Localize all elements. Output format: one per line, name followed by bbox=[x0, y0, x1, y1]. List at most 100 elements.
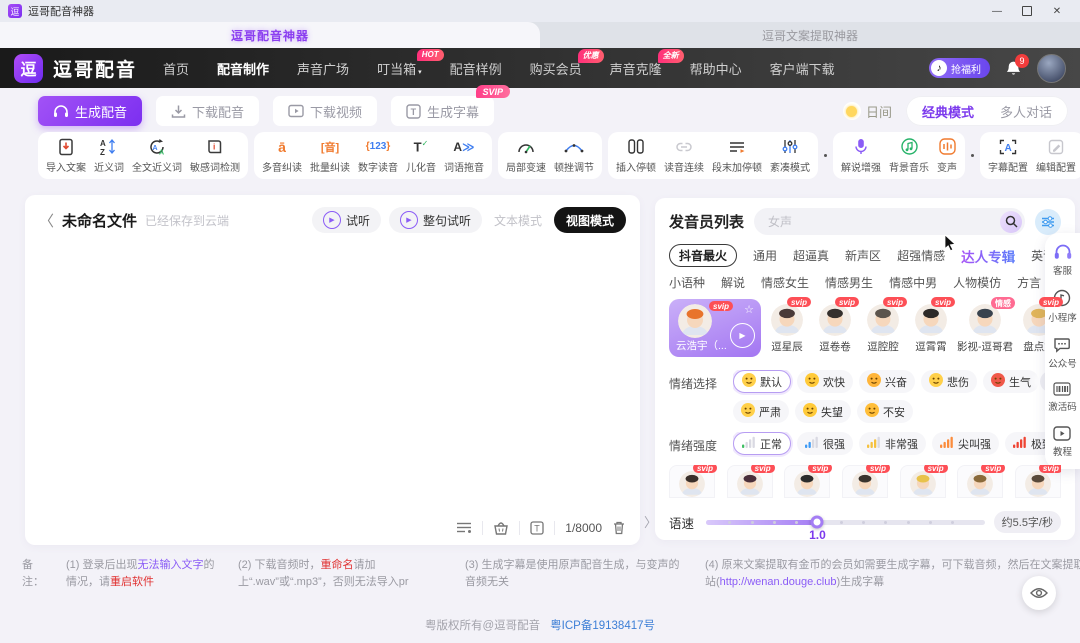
more-voice-card[interactable]: svip bbox=[957, 465, 1003, 498]
brand-logo[interactable]: 逗 bbox=[14, 54, 43, 83]
sidebar-item-教程[interactable]: 教程 bbox=[1053, 426, 1072, 458]
tool-儿化音[interactable]: T✓儿化音 bbox=[403, 137, 439, 174]
intensity-尖叫强[interactable]: 尖叫强 bbox=[932, 432, 999, 455]
nav-item-叮当箱[interactable]: 叮当箱▾HOT bbox=[377, 59, 422, 78]
emotion-欢快[interactable]: 欢快 bbox=[797, 370, 853, 393]
category-情感中男[interactable]: 情感中男 bbox=[889, 274, 937, 291]
more-voice-card[interactable]: svip bbox=[669, 465, 715, 498]
category-超逼真[interactable]: 超逼真 bbox=[793, 247, 829, 264]
intensity-正常[interactable]: 正常 bbox=[733, 432, 791, 455]
tool-解说增强[interactable]: 解说增强 bbox=[838, 137, 884, 174]
preview-eye-button[interactable] bbox=[1022, 576, 1056, 610]
maximize-button[interactable] bbox=[1012, 0, 1042, 22]
download-audio-button[interactable]: 下载配音 bbox=[156, 96, 259, 126]
more-voice-card[interactable]: svip bbox=[1015, 465, 1061, 498]
tool-段末加停顿[interactable]: 段末加停顿 bbox=[709, 137, 765, 174]
tool-顿挫调节[interactable]: 顿挫调节 bbox=[551, 137, 597, 174]
sidebar-item-公众号[interactable]: 公众号 bbox=[1048, 337, 1077, 370]
icp-link[interactable]: 粤ICP备19138417号 bbox=[550, 617, 655, 633]
trash-icon[interactable] bbox=[612, 520, 626, 535]
multi-dialog-mode-tab[interactable]: 多人对话 bbox=[987, 102, 1065, 121]
tool-近义词[interactable]: AZ近义词 bbox=[91, 137, 127, 174]
category-抖音最火[interactable]: 抖音最火 bbox=[669, 244, 737, 267]
tool-编辑配置[interactable]: 编辑配置 bbox=[1033, 137, 1079, 174]
tool-敏感词检测[interactable]: i敏感词检测 bbox=[187, 137, 243, 174]
speed-slider[interactable]: 1.0 bbox=[706, 520, 985, 525]
notification-bell[interactable]: 9 bbox=[1005, 60, 1022, 77]
promo-pill[interactable]: ♪ 抢福利 bbox=[929, 58, 990, 78]
tool-全文近义词[interactable]: AA全文近义词 bbox=[129, 137, 185, 174]
category-达人专辑[interactable]: 达人专辑 bbox=[961, 246, 1015, 266]
material-basket-icon[interactable] bbox=[493, 521, 509, 535]
preview-button[interactable]: ▶ 试听 bbox=[312, 207, 381, 233]
tool-背景音乐[interactable]: 背景音乐 bbox=[886, 137, 932, 174]
category-通用[interactable]: 通用 bbox=[753, 247, 777, 264]
category-人物模仿[interactable]: 人物模仿 bbox=[953, 274, 1001, 291]
category-小语种[interactable]: 小语种 bbox=[669, 274, 705, 291]
nav-item-购买会员[interactable]: 购买会员优惠 bbox=[530, 59, 582, 78]
view-mode-button[interactable]: 视图模式 bbox=[554, 207, 626, 233]
speaker-search-input[interactable] bbox=[766, 214, 1000, 230]
category-方言[interactable]: 方言 bbox=[1017, 274, 1041, 291]
tool-多音纠读[interactable]: ā多音纠读 bbox=[259, 137, 305, 174]
nav-item-配音样例[interactable]: 配音样例 bbox=[450, 59, 502, 78]
more-voice-card[interactable]: svip bbox=[900, 465, 946, 498]
category-情感女生[interactable]: 情感女生 bbox=[761, 274, 809, 291]
emotion-生气[interactable]: 生气 bbox=[983, 370, 1039, 393]
text-box-icon[interactable]: T bbox=[530, 521, 544, 535]
voice-card-逗星辰[interactable]: svip逗星辰 bbox=[765, 299, 809, 354]
voice-play-button[interactable]: ▶ bbox=[730, 323, 755, 348]
voice-card-逗卷卷[interactable]: svip逗卷卷 bbox=[813, 299, 857, 354]
generate-dub-button[interactable]: 生成配音 bbox=[38, 96, 142, 126]
voice-card-云浩宇（...[interactable]: svip☆▶云浩宇（... bbox=[669, 299, 761, 357]
minimize-button[interactable]: — bbox=[982, 0, 1012, 22]
sidebar-item-激活码[interactable]: 激活码 bbox=[1048, 382, 1077, 413]
category-新声区[interactable]: 新声区 bbox=[845, 247, 881, 264]
nav-item-声音广场[interactable]: 声音广场 bbox=[297, 59, 349, 78]
more-voice-card[interactable]: svip bbox=[842, 465, 888, 498]
tab-copy-extract-tool[interactable]: 逗哥文案提取神器 bbox=[540, 22, 1080, 48]
more-voice-card[interactable]: svip bbox=[784, 465, 830, 498]
search-button[interactable] bbox=[1000, 211, 1022, 233]
emotion-严肃[interactable]: 严肃 bbox=[733, 400, 789, 423]
paragraph-list-icon[interactable] bbox=[456, 521, 472, 534]
user-avatar[interactable] bbox=[1037, 54, 1066, 83]
classic-mode-tab[interactable]: 经典模式 bbox=[909, 102, 987, 121]
nav-item-帮助中心[interactable]: 帮助中心 bbox=[690, 59, 742, 78]
back-button[interactable]: 〈 bbox=[39, 210, 54, 231]
tool-局部变速[interactable]: 局部变速 bbox=[503, 137, 549, 174]
sentence-preview-button[interactable]: ▶ 整句试听 bbox=[389, 207, 482, 233]
tool-字幕配置[interactable]: A字幕配置 bbox=[985, 137, 1031, 174]
tool-批量纠读[interactable]: [音]批量纠读 bbox=[307, 137, 353, 174]
emotion-兴奋[interactable]: 兴奋 bbox=[859, 370, 915, 393]
tool-紊凑模式[interactable]: 紊凑模式 bbox=[767, 137, 813, 174]
intensity-很强[interactable]: 很强 bbox=[797, 432, 853, 455]
more-voice-card[interactable]: svip bbox=[727, 465, 773, 498]
download-video-button[interactable]: 下载视频 bbox=[273, 96, 377, 126]
generate-subtitle-button[interactable]: T 生成字幕 SVIP bbox=[391, 96, 494, 126]
emotion-失望[interactable]: 失望 bbox=[795, 400, 851, 423]
sidebar-item-客服[interactable]: 客服 bbox=[1053, 244, 1073, 277]
day-mode-toggle[interactable]: 日间 bbox=[843, 102, 892, 121]
star-icon[interactable]: ☆ bbox=[744, 303, 754, 316]
emotion-不安[interactable]: 不安 bbox=[857, 400, 913, 423]
voice-card-逗霄霄[interactable]: svip逗霄霄 bbox=[909, 299, 953, 354]
tool-导入文案[interactable]: 导入文案 bbox=[43, 137, 89, 174]
panel-collapse-arrow[interactable]: 〉 bbox=[644, 512, 657, 531]
sidebar-item-小程序[interactable]: 小程序 bbox=[1048, 289, 1077, 324]
voice-card-逗腔腔[interactable]: svip逗腔腔 bbox=[861, 299, 905, 354]
close-button[interactable]: ✕ bbox=[1042, 0, 1072, 22]
nav-item-首页[interactable]: 首页 bbox=[163, 59, 189, 78]
tool-变声[interactable]: 变声 bbox=[934, 137, 960, 174]
tool-读音连续[interactable]: 读音连续 bbox=[661, 137, 707, 174]
nav-item-声音克隆[interactable]: 声音克隆全新 bbox=[610, 59, 662, 78]
filter-button[interactable] bbox=[1035, 209, 1061, 235]
tool-数字读音[interactable]: {123}数字读音 bbox=[355, 137, 401, 174]
intensity-非常强[interactable]: 非常强 bbox=[859, 432, 926, 455]
emotion-悲伤[interactable]: 悲伤 bbox=[921, 370, 977, 393]
tool-词语拖音[interactable]: A≫词语拖音 bbox=[441, 137, 487, 174]
nav-item-客户端下载[interactable]: 客户端下载 bbox=[770, 59, 835, 78]
voice-card-影视-逗哥君[interactable]: 情感影视-逗哥君 bbox=[957, 299, 1013, 354]
category-解说[interactable]: 解说 bbox=[721, 274, 745, 291]
emotion-默认[interactable]: 默认 bbox=[733, 370, 791, 393]
